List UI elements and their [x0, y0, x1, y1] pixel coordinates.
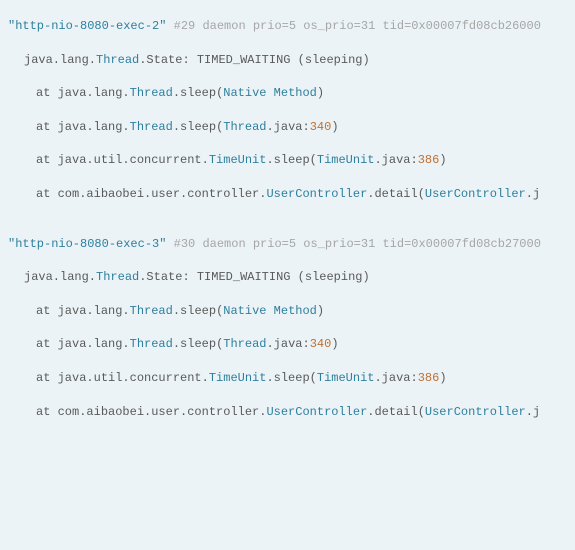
- stack-frame: at java.util.concurrent.TimeUnit.sleep(T…: [8, 144, 575, 178]
- stack-frame: at java.lang.Thread.sleep(Native Method): [8, 295, 575, 329]
- thread-block: "http-nio-8080-exec-2" #29 daemon prio=5…: [8, 10, 575, 212]
- thread-header: "http-nio-8080-exec-2" #29 daemon prio=5…: [8, 10, 575, 44]
- stack-frame: at java.lang.Thread.sleep(Thread.java:34…: [8, 111, 575, 145]
- thread-header: "http-nio-8080-exec-3" #30 daemon prio=5…: [8, 228, 575, 262]
- stack-frame: at java.lang.Thread.sleep(Native Method): [8, 77, 575, 111]
- thread-state: java.lang.Thread.State: TIMED_WAITING (s…: [8, 44, 575, 78]
- thread-name: "http-nio-8080-exec-3": [8, 237, 166, 251]
- thread-meta: #29 daemon prio=5 os_prio=31 tid=0x00007…: [174, 19, 541, 33]
- thread-state: java.lang.Thread.State: TIMED_WAITING (s…: [8, 261, 575, 295]
- thread-name: "http-nio-8080-exec-2": [8, 19, 166, 33]
- stack-frame: at java.util.concurrent.TimeUnit.sleep(T…: [8, 362, 575, 396]
- thread-block: "http-nio-8080-exec-3" #30 daemon prio=5…: [8, 228, 575, 430]
- stack-frame: at com.aibaobei.user.controller.UserCont…: [8, 396, 575, 430]
- stack-frame: at java.lang.Thread.sleep(Thread.java:34…: [8, 328, 575, 362]
- stack-frame: at com.aibaobei.user.controller.UserCont…: [8, 178, 575, 212]
- thread-meta: #30 daemon prio=5 os_prio=31 tid=0x00007…: [174, 237, 541, 251]
